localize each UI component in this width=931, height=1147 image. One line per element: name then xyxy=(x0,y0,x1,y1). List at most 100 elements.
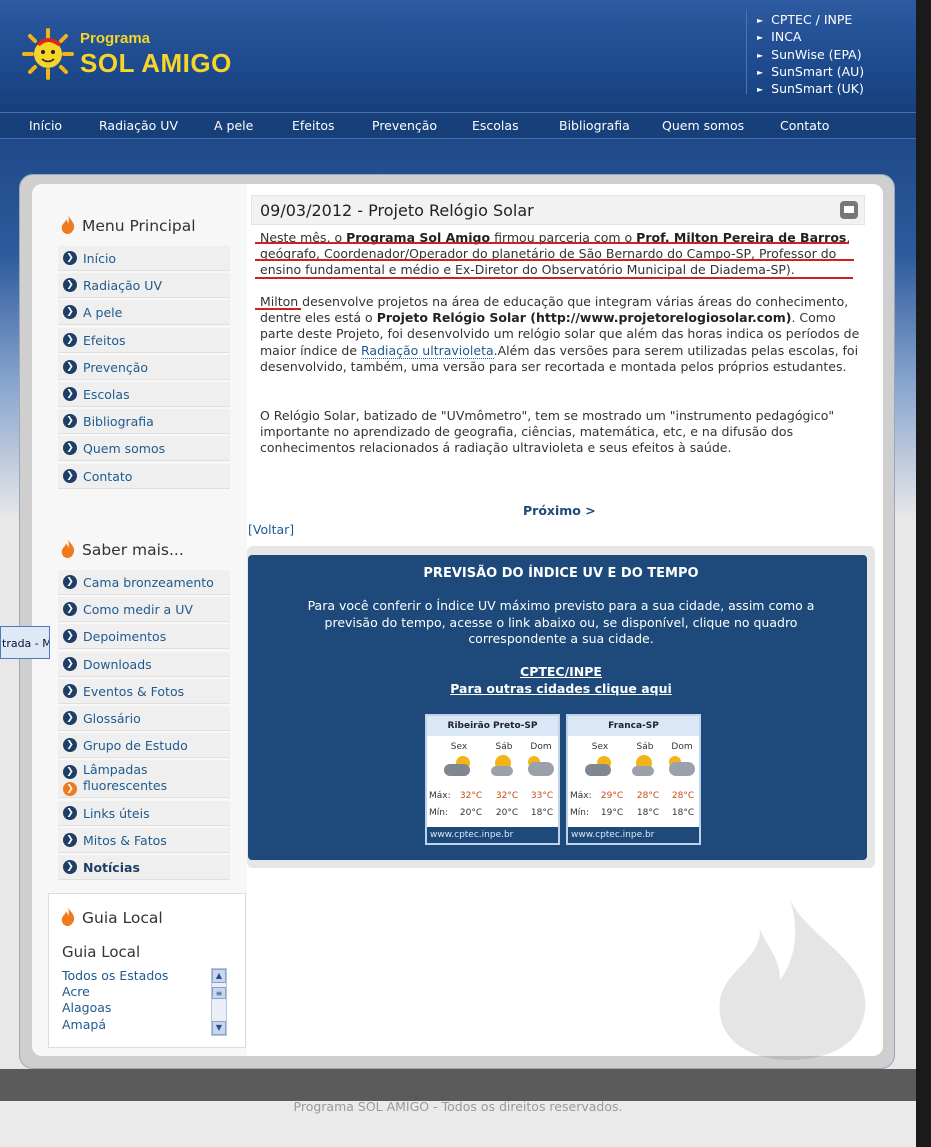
site-header: Programa SOL AMIGO ► CPTEC / INPE ► INCA ►… xyxy=(0,0,916,112)
brand-name: SOL AMIGO xyxy=(80,48,232,78)
menu-item-lampadas-fluorescentes[interactable]: ❯ ❯ Lâmpadas fluorescentes xyxy=(58,760,230,799)
list-item[interactable]: Acre xyxy=(62,984,168,1000)
rain-cloud-icon xyxy=(524,754,554,778)
nav-inicio[interactable]: Início xyxy=(29,118,62,133)
guia-scrollbar[interactable]: ▲ ≡ ▼ xyxy=(211,968,227,1036)
menu-item-downloads[interactable]: ❯ Downloads xyxy=(58,651,230,677)
external-link[interactable]: ► CPTEC / INPE xyxy=(757,12,896,29)
menu-item-a-pele[interactable]: ❯ A pele xyxy=(58,300,230,326)
flame-icon xyxy=(61,907,75,926)
external-link[interactable]: ► SunWise (EPA) xyxy=(757,47,896,64)
scroll-thumb[interactable]: ≡ xyxy=(212,987,226,999)
triangle-right-icon: ► xyxy=(757,67,764,77)
menu-item-glossario[interactable]: ❯ Glossário xyxy=(58,705,230,731)
arrow-right-icon: ❯ xyxy=(63,251,77,265)
flame-icon xyxy=(61,539,75,558)
nav-bibliografia[interactable]: Bibliografia xyxy=(559,118,630,133)
weather-card-ribeirao-preto[interactable]: Ribeirão Preto-SP Sex Sáb Dom Máx: 32°C … xyxy=(425,714,560,845)
menu-item-noticias[interactable]: ❯ Notícias xyxy=(58,854,230,880)
arrow-right-icon: ❯ xyxy=(63,305,77,320)
arrow-right-icon: ❯ xyxy=(63,683,77,698)
nav-contato[interactable]: Contato xyxy=(780,118,829,133)
arrow-right-icon: ❯ xyxy=(63,738,77,753)
arrow-right-icon: ❯ xyxy=(63,359,77,374)
external-link[interactable]: ► SunSmart (AU) xyxy=(757,64,896,81)
storm-cloud-icon xyxy=(583,754,613,778)
triangle-right-icon: ► xyxy=(757,16,764,25)
weather-card-franca[interactable]: Franca-SP Sex Sáb Dom Máx: 29°C 28°C 28°… xyxy=(566,714,701,845)
triangle-right-icon: ► xyxy=(757,85,764,95)
list-item[interactable]: Todos os Estados xyxy=(62,968,168,984)
scroll-down-icon[interactable]: ▼ xyxy=(212,1021,226,1035)
menu-item-mitos-fatos[interactable]: ❯ Mitos & Fatos xyxy=(58,827,230,853)
top-navigation: Início Radiação UV A pele Efeitos Preven… xyxy=(0,112,916,139)
article-paragraph-3: O Relógio Solar, batizado de "UVmômetro"… xyxy=(260,408,835,456)
external-link[interactable]: ► SunSmart (UK) xyxy=(757,81,896,98)
nav-prevencao[interactable]: Prevenção xyxy=(372,118,437,133)
weather-day: Sáb xyxy=(636,742,654,752)
menu-item-radiacao-uv[interactable]: ❯ Radiação UV xyxy=(58,273,230,299)
nav-efeitos[interactable]: Efeitos xyxy=(292,118,335,133)
uv-forecast-title: PREVISÃO DO ÍNDICE UV E DO TEMPO xyxy=(423,566,699,581)
article-header: 09/03/2012 - Projeto Relógio Solar xyxy=(251,195,865,225)
weather-card-footer: www.cptec.inpe.br xyxy=(427,827,558,843)
guia-local-list[interactable]: Todos os Estados Acre Alagoas Amapá xyxy=(62,968,168,1033)
nav-escolas[interactable]: Escolas xyxy=(472,118,519,133)
menu-item-quem-somos[interactable]: ❯ Quem somos xyxy=(58,436,230,462)
menu-item-como-medir-uv[interactable]: ❯ Como medir a UV xyxy=(58,597,230,623)
sun-cloud-icon xyxy=(487,754,517,778)
weather-city: Ribeirão Preto-SP xyxy=(427,716,558,736)
arrow-right-icon: ❯ xyxy=(63,805,77,820)
menu-principal-title: Menu Principal xyxy=(60,215,196,235)
arrow-right-icon: ❯ xyxy=(63,575,77,589)
arrow-right-icon: ❯ xyxy=(63,468,77,483)
arrow-right-icon: ❯ xyxy=(63,782,77,797)
menu-item-grupo-de-estudo[interactable]: ❯ Grupo de Estudo xyxy=(58,733,230,759)
menu-item-eventos-fotos[interactable]: ❯ Eventos & Fotos xyxy=(58,678,230,704)
menu-item-inicio[interactable]: ❯ Início xyxy=(58,246,230,271)
menu-item-links-uteis[interactable]: ❯ Links úteis xyxy=(58,800,230,826)
next-link[interactable]: Próximo > xyxy=(523,503,596,518)
menu-item-efeitos[interactable]: ❯ Efeitos xyxy=(58,327,230,353)
menu-item-contato[interactable]: ❯ Contato xyxy=(58,463,230,489)
menu-item-cama-bronzeamento[interactable]: ❯ Cama bronzeamento xyxy=(58,570,230,595)
scroll-up-icon[interactable]: ▲ xyxy=(212,969,226,983)
arrow-right-icon: ❯ xyxy=(63,332,77,347)
radiacao-ultravioleta-link[interactable]: Radiação ultravioleta xyxy=(361,342,494,359)
saber-mais-menu: ❯ Cama bronzeamento ❯ Como medir a UV ❯ Dep… xyxy=(58,570,230,882)
cptec-link[interactable]: CPTEC/INPE xyxy=(248,664,874,679)
external-link[interactable]: ► INCA xyxy=(757,29,896,46)
nav-quem-somos[interactable]: Quem somos xyxy=(662,118,744,133)
nav-radiacao-uv[interactable]: Radiação UV xyxy=(99,118,178,133)
weather-day: Dom xyxy=(530,742,552,752)
arrow-right-icon: ❯ xyxy=(63,859,77,874)
sun-logo-icon xyxy=(22,28,74,80)
red-underline xyxy=(255,308,301,310)
window-edge xyxy=(916,0,931,1147)
flame-icon xyxy=(61,215,75,234)
menu-item-escolas[interactable]: ❯ Escolas xyxy=(58,381,230,407)
guia-local-title: Guia Local xyxy=(60,907,163,927)
guia-local-heading: Guia Local xyxy=(62,943,141,961)
triangle-right-icon: ► xyxy=(757,50,764,60)
taskbar-popup[interactable]: trada - Mi... xyxy=(0,626,50,659)
weather-day: Sex xyxy=(591,742,609,752)
menu-item-prevencao[interactable]: ❯ Prevenção xyxy=(58,354,230,380)
arrow-right-icon: ❯ xyxy=(63,656,77,671)
arrow-right-icon: ❯ xyxy=(63,278,77,293)
list-item[interactable]: Amapá xyxy=(62,1017,168,1033)
arrow-right-icon: ❯ xyxy=(63,629,77,644)
weather-day: Sáb xyxy=(495,742,513,752)
menu-item-bibliografia[interactable]: ❯ Bibliografia xyxy=(58,409,230,435)
menu-item-depoimentos[interactable]: ❯ Depoimentos xyxy=(58,624,230,650)
nav-a-pele[interactable]: A pele xyxy=(214,118,253,133)
other-cities-link[interactable]: Para outras cidades clique aqui xyxy=(248,681,874,696)
back-link[interactable]: [Voltar] xyxy=(248,522,294,537)
red-underline xyxy=(255,242,849,244)
arrow-right-icon: ❯ xyxy=(63,832,77,847)
print-icon[interactable] xyxy=(840,201,858,219)
arrow-right-icon: ❯ xyxy=(63,602,77,617)
arrow-right-icon: ❯ xyxy=(63,710,77,725)
list-item[interactable]: Alagoas xyxy=(62,1000,168,1016)
site-logo[interactable]: Programa SOL AMIGO xyxy=(18,24,248,84)
